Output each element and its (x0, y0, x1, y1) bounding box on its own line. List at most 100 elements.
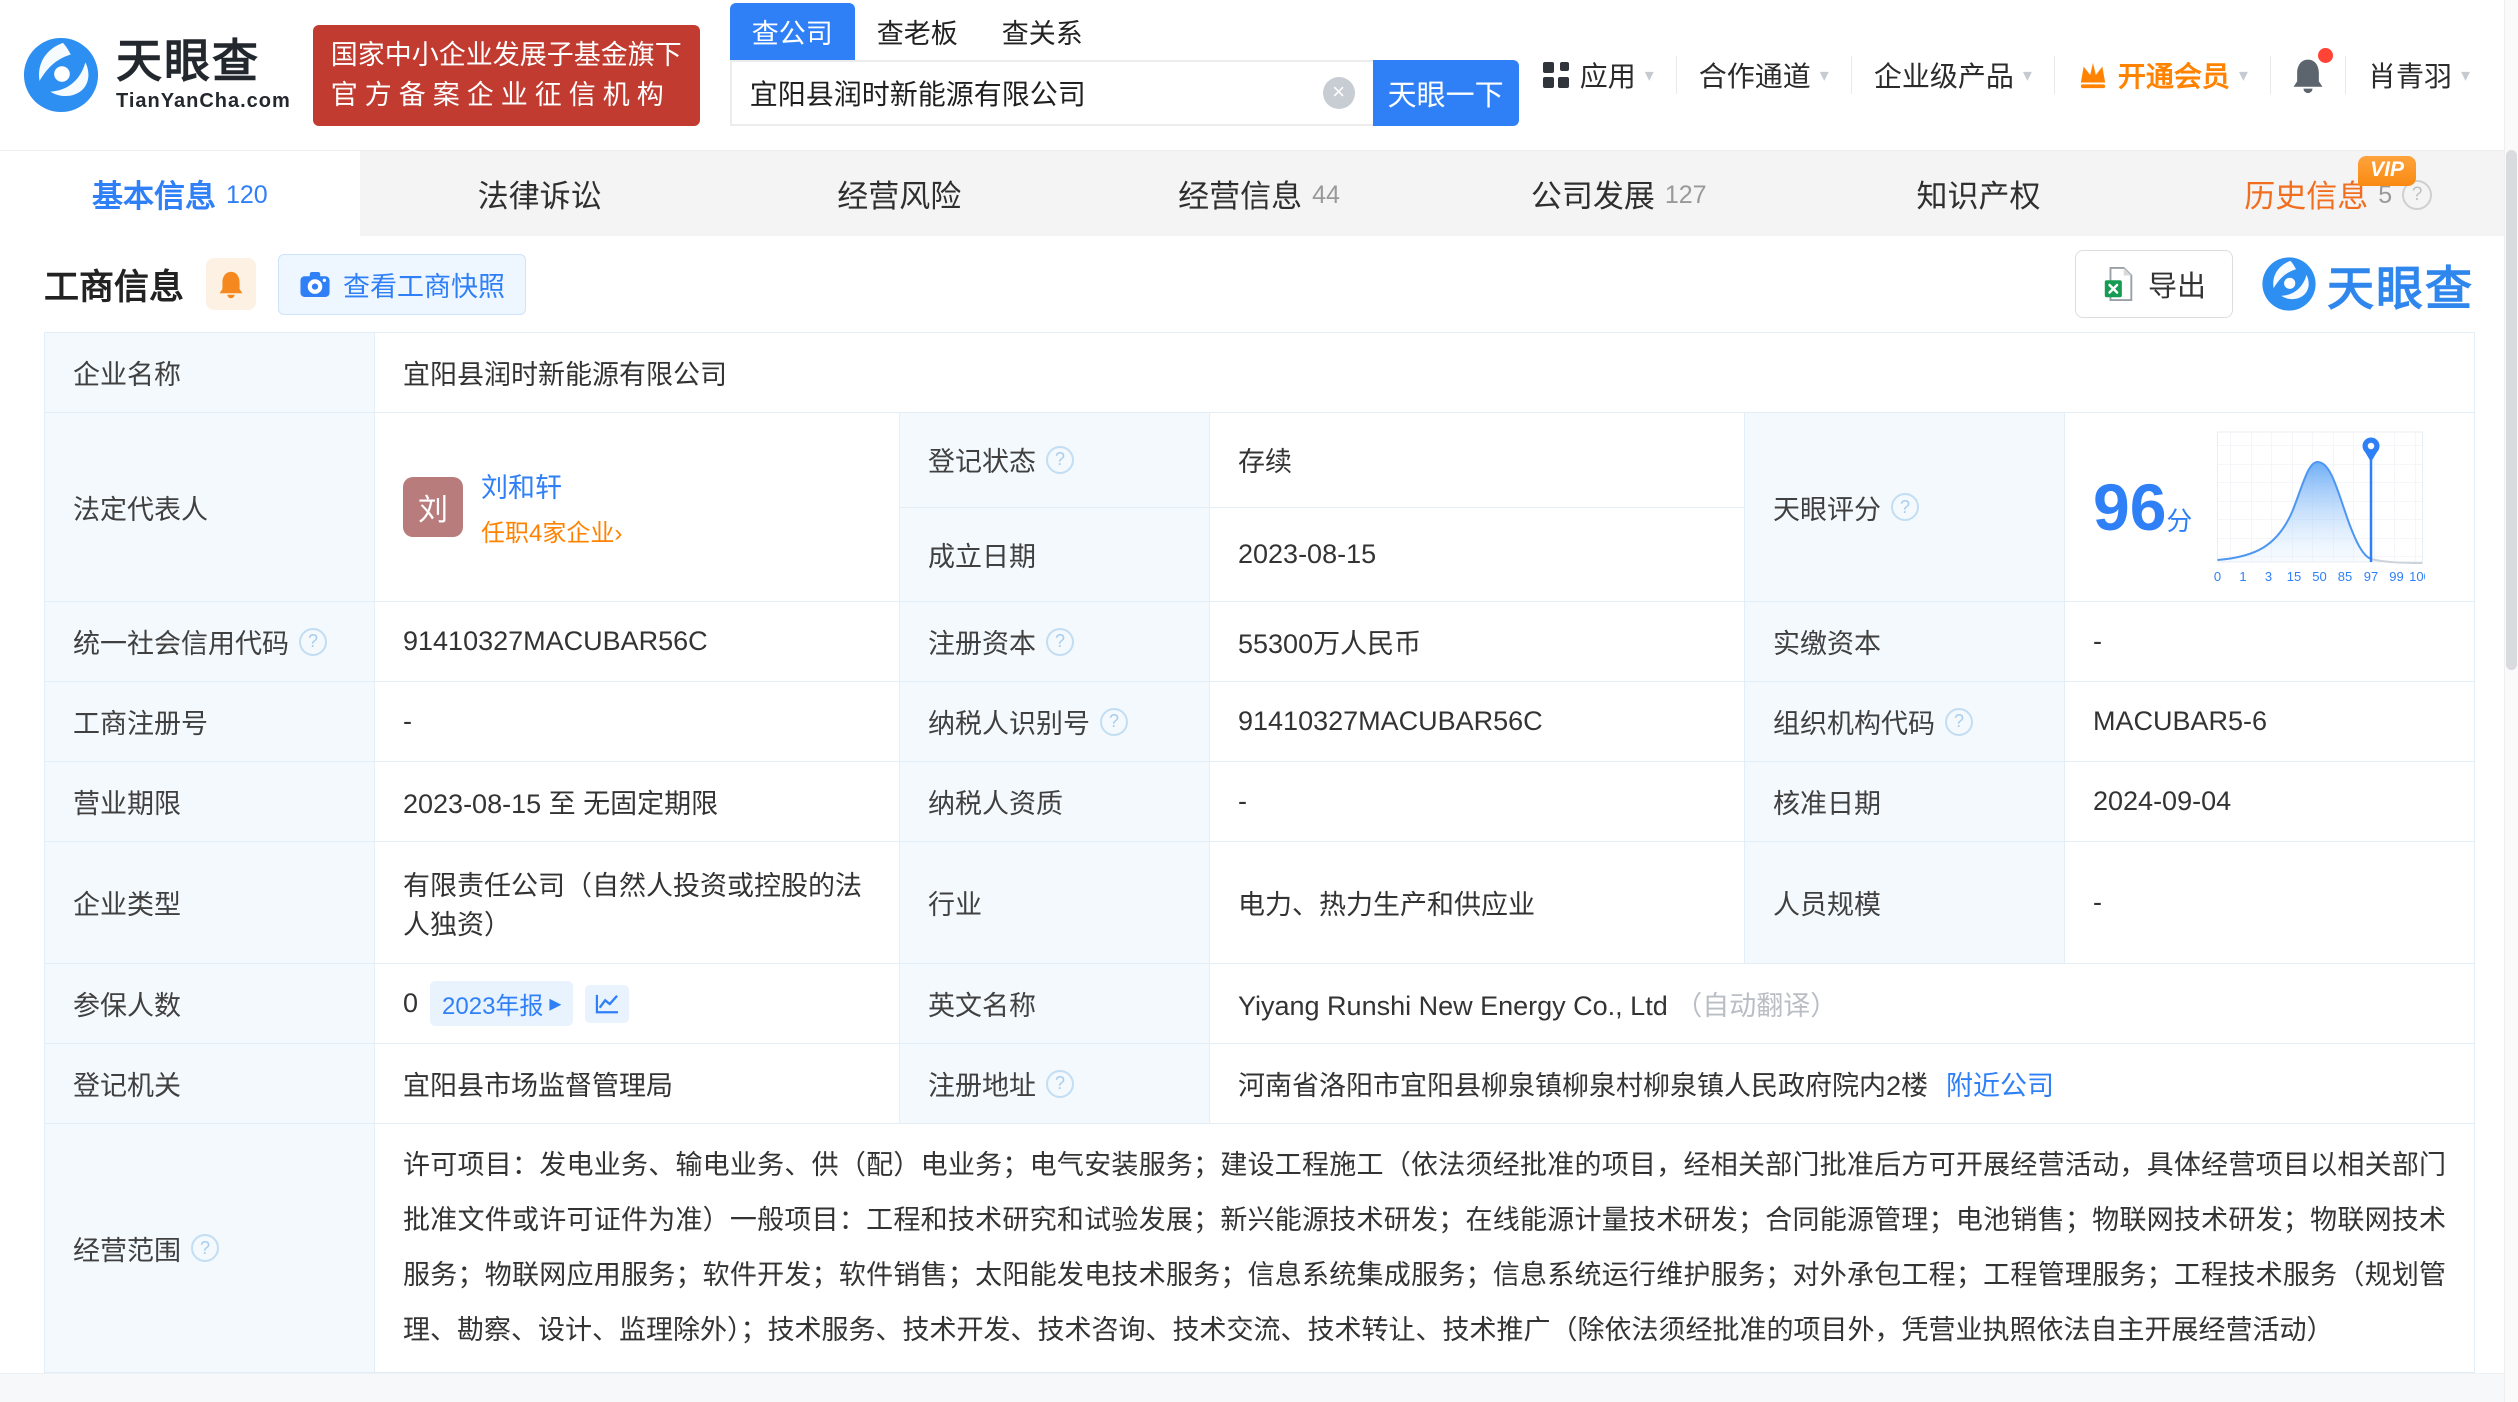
scrollbar-thumb[interactable] (2506, 150, 2517, 670)
section-right-tools: 导出 天眼查 (2074, 250, 2474, 319)
taxpayer-id-label: 纳税人识别号 (928, 709, 1090, 739)
tab-legal-litigation[interactable]: 法律诉讼 (360, 151, 720, 236)
tab-intellectual-property[interactable]: 知识产权 (1799, 151, 2159, 236)
search-tab-relation[interactable]: 查关系 (980, 3, 1105, 60)
org-code-label: 组织机构代码 (1773, 709, 1935, 739)
company-nav-tabs: 基本信息 120 法律诉讼 经营风险 经营信息 44 公司发展 127 知识产权… (0, 150, 2518, 236)
tab-count: 44 (1312, 181, 1340, 209)
table-row: 统一社会信用代码? 91410327MACUBAR56C 注册资本? 55300… (44, 601, 2476, 682)
tab-company-development[interactable]: 公司发展 127 (1439, 151, 1799, 236)
table-row: 登记机关 宜阳县市场监督管理局 注册地址? 河南省洛阳市宜阳县柳泉镇柳泉村柳泉镇… (44, 1043, 2476, 1124)
axis-tick: 0 (2214, 569, 2221, 584)
insured-value: 0 (403, 988, 419, 1018)
tianyancha-logo[interactable]: 天眼查 TianYanCha.com (22, 36, 291, 114)
table-row: 营业期限 2023-08-15 至 无固定期限 纳税人资质 - 核准日期 202… (44, 761, 2476, 842)
org-code-label-cell: 组织机构代码? (1744, 681, 2065, 762)
tab-history-info[interactable]: VIP 历史信息 5 ? (2158, 151, 2518, 236)
annual-report-label: 2023年报 (442, 993, 544, 1020)
business-term-label: 营业期限 (44, 761, 375, 842)
reg-address-value: 河南省洛阳市宜阳县柳泉镇柳泉村柳泉镇人民政府院内2楼 (1238, 1071, 1929, 1101)
company-type-label: 企业类型 (44, 841, 375, 964)
industry-label: 行业 (899, 841, 1210, 964)
apps-grid-icon (1542, 62, 1569, 88)
legal-rep-name-link[interactable]: 刘和轩 (481, 466, 622, 505)
taxpayer-id-label-cell: 纳税人识别号? (899, 681, 1210, 762)
table-row: 企业名称 宜阳县润时新能源有限公司 (44, 332, 2476, 413)
business-scope-label-cell: 经营范围? (44, 1123, 375, 1373)
menu-enterprise[interactable]: 企业级产品 ▾ (1852, 55, 2054, 95)
help-icon[interactable]: ? (191, 1234, 219, 1262)
nearby-companies-link[interactable]: 附近公司 (1946, 1064, 2054, 1103)
notification-badge-dot (2317, 48, 2333, 63)
tab-business-info[interactable]: 经营信息 44 (1079, 151, 1439, 236)
tab-count: 127 (1664, 181, 1707, 209)
chevron-down-icon: ▾ (2238, 64, 2248, 85)
reg-number-value: - (374, 681, 900, 762)
legal-rep-label: 法定代表人 (44, 412, 375, 602)
crown-icon (2080, 62, 2106, 89)
top-menu: 应用 ▾ 合作通道 ▾ 企业级产品 ▾ 开通会员 ▾ 肖青羽 ▾ (1519, 48, 2492, 95)
insured-cell: 0 2023年报 ▸ (374, 963, 900, 1044)
reg-status-label: 登记状态 (928, 447, 1036, 478)
legal-rep-cell: 刘 刘和轩 任职4家企业› (374, 412, 900, 602)
paid-capital-value: - (2063, 601, 2476, 682)
menu-cooperation[interactable]: 合作通道 ▾ (1677, 55, 1851, 95)
menu-apps[interactable]: 应用 ▾ (1519, 55, 1676, 95)
clear-search-icon[interactable]: × (1322, 77, 1355, 109)
search-area: 查公司 查老板 查关系 × 天眼一下 (729, 3, 1519, 126)
gov-certification-badge: 国家中小企业发展子基金旗下 官方备案企业征信机构 (312, 24, 700, 126)
legal-rep-avatar[interactable]: 刘 (403, 477, 463, 537)
reg-number-label: 工商注册号 (44, 681, 375, 762)
help-icon[interactable]: ? (1046, 627, 1074, 656)
english-name-label: 英文名称 (899, 963, 1210, 1044)
auto-translate-note: （自动翻译） (1675, 991, 1838, 1021)
reg-authority-value: 宜阳县市场监督管理局 (374, 1043, 900, 1124)
score-value: 96 (2093, 470, 2167, 544)
menu-apps-label: 应用 (1579, 61, 1636, 92)
username: 肖青羽 (2367, 61, 2452, 92)
tab-basic-info[interactable]: 基本信息 120 (0, 151, 360, 236)
monitor-bell-button[interactable] (206, 258, 257, 310)
help-icon[interactable]: ? (1046, 1069, 1074, 1098)
bell-icon (219, 271, 243, 299)
legal-rep-companies-link[interactable]: 任职4家企业› (481, 513, 622, 548)
notifications-button[interactable] (2271, 48, 2345, 94)
tab-business-risk[interactable]: 经营风险 (719, 151, 1079, 236)
search-tab-company[interactable]: 查公司 (729, 3, 855, 60)
axis-tick: 97 (2364, 569, 2378, 584)
table-row: 法定代表人 刘 刘和轩 任职4家企业› 登记状态? 存续 天眼评分? 96分 0… (44, 412, 2476, 602)
est-date-label: 成立日期 (899, 506, 1210, 602)
scrollbar[interactable] (2504, 0, 2518, 1402)
chevron-down-icon: ▾ (1819, 64, 1829, 85)
help-icon[interactable]: ? (1891, 493, 1919, 521)
score-label-cell: 天眼评分? (1744, 412, 2065, 602)
search-button[interactable]: 天眼一下 (1372, 60, 1519, 126)
reg-status-value: 存续 (1209, 412, 1745, 508)
help-icon[interactable]: ? (1046, 445, 1074, 474)
english-name-cell: Yiyang Runshi New Energy Co., Ltd （自动翻译） (1208, 963, 2476, 1044)
trend-chart-button[interactable] (585, 984, 630, 1023)
staff-size-label: 人员规模 (1744, 841, 2065, 964)
approval-date-label: 核准日期 (1744, 761, 2065, 842)
menu-vip-upgrade[interactable]: 开通会员 ▾ (2055, 55, 2270, 95)
reg-address-cell: 河南省洛阳市宜阳县柳泉镇柳泉村柳泉镇人民政府院内2楼 附近公司 (1208, 1043, 2476, 1124)
search-input[interactable] (749, 77, 1323, 109)
user-menu[interactable]: 肖青羽 ▾ (2346, 55, 2492, 95)
page-header: 天眼查 TianYanCha.com 国家中小企业发展子基金旗下 官方备案企业征… (0, 0, 2518, 150)
search-box: × 天眼一下 (729, 60, 1519, 126)
vip-badge: VIP (2358, 156, 2417, 186)
business-info-table: 企业名称 宜阳县润时新能源有限公司 法定代表人 刘 刘和轩 任职4家企业› 登记… (44, 332, 2476, 1373)
search-tab-boss[interactable]: 查老板 (855, 3, 980, 60)
annual-report-chip[interactable]: 2023年报 ▸ (430, 981, 574, 1026)
export-button[interactable]: 导出 (2074, 250, 2233, 318)
business-scope-label: 经营范围 (73, 1235, 181, 1266)
legal-rep-companies-text: 任职4家企业 (481, 520, 615, 547)
view-snapshot-button[interactable]: 查看工商快照 (278, 253, 527, 315)
help-icon[interactable]: ? (299, 627, 327, 656)
help-icon[interactable]: ? (1945, 707, 1973, 736)
logo-text: 天眼查 TianYanCha.com (116, 37, 291, 112)
camera-icon (300, 271, 330, 297)
help-icon[interactable]: ? (1100, 707, 1128, 736)
menu-vip-label: 开通会员 (2117, 61, 2230, 92)
company-name-value: 宜阳县润时新能源有限公司 (373, 332, 2476, 413)
